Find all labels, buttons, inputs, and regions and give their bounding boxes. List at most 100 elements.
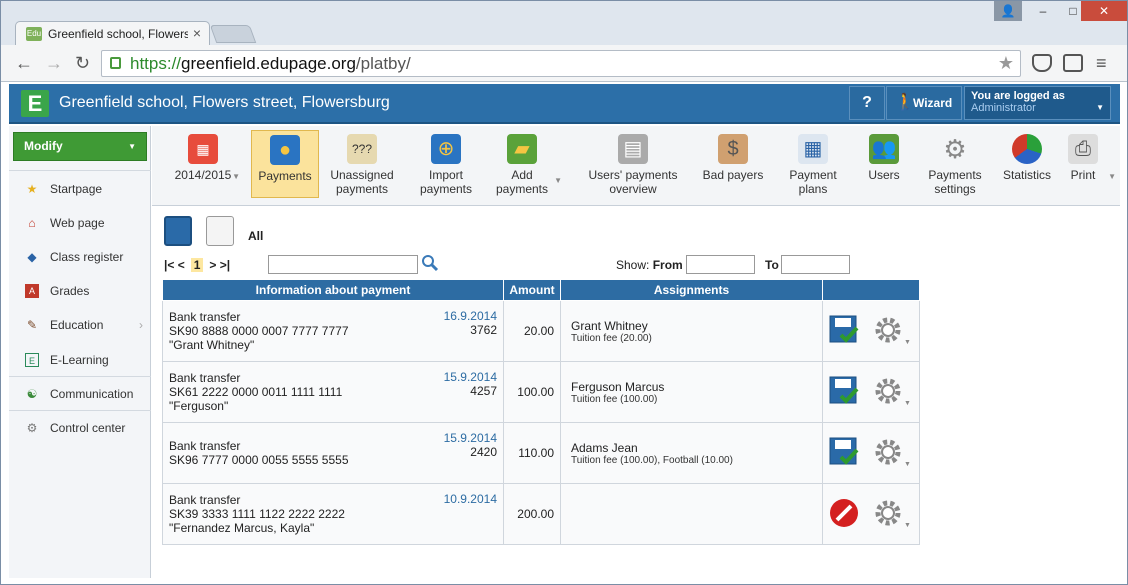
label: Add <box>511 168 533 182</box>
sidebar-item-communication[interactable]: ☯ Communication <box>9 377 151 411</box>
table-row[interactable]: Bank transfer SK90 8888 0000 0007 7777 77… <box>162 300 920 362</box>
label: Payment <box>789 168 837 182</box>
pager-current-page[interactable]: 1 <box>190 258 204 272</box>
gear-icon[interactable] <box>873 437 903 467</box>
table-row[interactable]: Bank transfer SK61 2222 0000 0011 1111 11… <box>162 361 920 423</box>
school-year-button[interactable]: ▦ 2014/2015 ▼ <box>170 130 240 198</box>
pager-next-last[interactable]: > >| <box>209 258 230 272</box>
fullscreen-icon[interactable] <box>1063 54 1083 72</box>
search-icon[interactable] <box>421 254 439 272</box>
tab-unassigned-payments[interactable]: ??? Unassigned payments <box>326 130 398 198</box>
unassigned-stop-icon[interactable] <box>829 498 859 528</box>
url-field[interactable]: https://greenfield.edupage.org/platby/ ★ <box>101 50 1021 77</box>
payment-date[interactable]: 16.9.2014 <box>444 309 497 323</box>
payment-info-cell: Bank transfer SK90 8888 0000 0007 7777 77… <box>162 300 504 362</box>
payment-info-cell: Bank transfer SK39 3333 1111 1122 2222 22… <box>162 483 504 545</box>
tab-payments[interactable]: ● Payments <box>251 130 319 198</box>
table-row[interactable]: Bank transfer SK96 7777 0000 0055 5555 55… <box>162 422 920 484</box>
browser-window: Edu Greenfield school, Flowers × 👤 – □ ✕… <box>0 0 1128 585</box>
gear-icon: ⚙ <box>943 134 967 164</box>
amount-cell: 20.00 <box>503 300 561 362</box>
amount-cell: 200.00 <box>503 483 561 545</box>
tab-bad-payers[interactable]: $ Bad payers <box>699 130 767 198</box>
save-check-icon[interactable] <box>829 315 859 345</box>
tab-import-payments[interactable]: ⊕ Import payments <box>414 130 478 198</box>
chevron-down-icon: ▼ <box>1096 103 1104 112</box>
title-bar: Edu Greenfield school, Flowers × 👤 – □ ✕ <box>1 1 1127 45</box>
tab-users-payments-overview[interactable]: ▤ Users' payments overview <box>584 130 682 198</box>
sidebar-item-control-center[interactable]: ⚙ Control center <box>9 411 151 445</box>
school-name: Greenfield school, Flowers street, Flowe… <box>59 94 390 111</box>
sidebar-item-web-page[interactable]: ⌂ Web page <box>9 206 151 240</box>
close-tab-icon[interactable]: × <box>193 25 201 41</box>
sidebar-item-label: Grades <box>50 284 90 298</box>
sidebar-item-e-learning[interactable]: E E-Learning <box>9 343 151 377</box>
users-icon: 👥 <box>869 134 899 164</box>
user-menu[interactable]: You are logged as Administrator ▼ <box>964 86 1111 120</box>
bookmark-star-icon[interactable]: ★ <box>998 51 1014 76</box>
print-button[interactable]: ⎙ Print ▼ <box>1064 130 1116 198</box>
assignment-cell: Grant Whitney Tuition fee (20.00) <box>560 300 823 362</box>
forward-icon[interactable]: → <box>45 53 63 74</box>
walking-person-icon: 🚶 <box>895 94 915 111</box>
reload-icon[interactable]: ↻ <box>75 53 90 74</box>
close-window-button[interactable]: ✕ <box>1081 1 1127 21</box>
payment-reference: 4257 <box>470 384 497 398</box>
payment-date[interactable]: 15.9.2014 <box>444 431 497 445</box>
gear-icon[interactable] <box>873 498 903 528</box>
modify-button[interactable]: Modify ▼ <box>13 132 147 161</box>
sidebar-item-class-register[interactable]: ◆ Class register <box>9 240 151 274</box>
search-input[interactable] <box>268 255 418 274</box>
tab-statistics[interactable]: Statistics <box>1000 130 1054 198</box>
wizard-button[interactable]: 🚶 Wizard <box>886 86 962 120</box>
pie-chart-icon <box>1012 134 1042 164</box>
tab-payment-plans[interactable]: ▦ Payment plans <box>786 130 840 198</box>
show-text: Show: <box>616 258 650 272</box>
tab-users[interactable]: 👥 Users <box>861 130 907 198</box>
save-icon[interactable] <box>164 216 192 246</box>
payments-toolbar: ▦ 2014/2015 ▼ ● Payments ??? Unassigned payme… <box>152 126 1120 206</box>
book-icon: ◆ <box>27 250 37 264</box>
tab-payments-settings[interactable]: ⚙ Payments settings <box>922 130 988 198</box>
home-icon: ⌂ <box>28 216 36 230</box>
tab-title: Greenfield school, Flowers <box>48 27 188 41</box>
wizard-label: Wizard <box>913 96 953 110</box>
tab-add-payments[interactable]: ▰ Add payments ▼ <box>490 130 562 198</box>
save-check-icon[interactable] <box>829 376 859 406</box>
minimize-button[interactable]: – <box>1028 1 1058 21</box>
pager-first-prev[interactable]: |< < <box>164 258 185 272</box>
grades-icon: A <box>25 284 39 298</box>
assignment-cell: Adams Jean Tuition fee (100.00), Football… <box>560 422 823 484</box>
help-button[interactable]: ? <box>849 86 885 120</box>
control-center-icon: ⚙ <box>26 421 38 435</box>
browser-tab[interactable]: Edu Greenfield school, Flowers × <box>15 21 210 45</box>
save-check-icon[interactable] <box>829 437 859 467</box>
back-icon[interactable]: ← <box>15 53 33 74</box>
chevron-down-icon: ▼ <box>554 176 562 185</box>
payment-date[interactable]: 15.9.2014 <box>444 370 497 384</box>
table-row[interactable]: Bank transfer SK39 3333 1111 1122 2222 22… <box>162 483 920 545</box>
sidebar-item-grades[interactable]: A Grades <box>9 274 151 308</box>
date-from-field[interactable] <box>686 255 755 274</box>
preview-magnifier-icon[interactable] <box>206 216 234 246</box>
gear-icon[interactable] <box>873 315 903 345</box>
address-bar-area: ← → ↻ https://greenfield.edupage.org/pla… <box>1 45 1127 82</box>
sidebar-item-label: Control center <box>50 421 126 435</box>
actions-cell: ▼ <box>822 361 920 423</box>
payment-info-cell: Bank transfer SK61 2222 0000 0011 1111 11… <box>162 361 504 423</box>
payment-date[interactable]: 10.9.2014 <box>444 492 497 506</box>
new-tab-button[interactable] <box>209 25 257 43</box>
printer-icon: ⎙ <box>1068 134 1098 164</box>
label: plans <box>798 182 828 196</box>
assigned-name: Adams Jean <box>571 440 638 455</box>
label: overview <box>609 182 657 196</box>
label: Payments <box>928 168 982 182</box>
shield-extension-icon[interactable] <box>1032 54 1052 72</box>
gear-icon[interactable] <box>873 376 903 406</box>
sidebar-item-education[interactable]: ✎ Education › <box>9 308 151 342</box>
date-to-field[interactable] <box>781 255 850 274</box>
user-profile-icon[interactable]: 👤 <box>994 1 1022 21</box>
menu-icon[interactable]: ≡ <box>1096 53 1107 74</box>
edupage-logo[interactable]: E <box>21 90 49 117</box>
sidebar-item-startpage[interactable]: ★ Startpage <box>9 172 151 206</box>
